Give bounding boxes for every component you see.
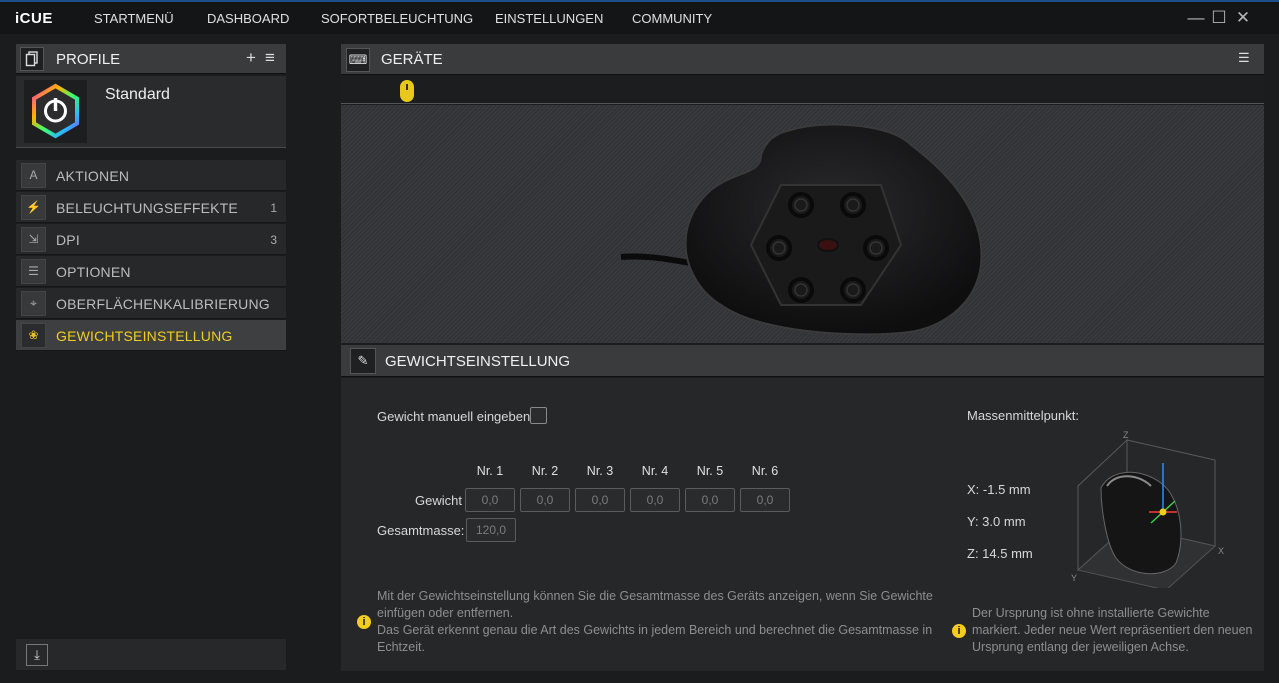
weight-field-2: 0,0 [520, 488, 570, 512]
column-label: Nr. 2 [531, 464, 559, 478]
weight-row-label: Gewicht [415, 493, 462, 508]
profiles-menu-icon[interactable]: ≡ [265, 48, 275, 68]
menu-item-aktionen[interactable]: A AKTIONEN [16, 160, 286, 191]
profile-name: Standard [105, 86, 170, 103]
menu-item-count: 1 [270, 201, 277, 215]
actions-icon: A [21, 163, 46, 188]
axis-x-label: X [1218, 546, 1224, 556]
nav-community[interactable]: COMMUNITY [632, 11, 712, 26]
app-logo: iCUE [15, 10, 53, 27]
edit-icon: ✎ [350, 348, 376, 374]
info-icon: i [952, 624, 966, 638]
menu-item-label: BELEUCHTUNGSEFFEKTE [56, 200, 238, 216]
info-line: einfügen oder entfernen. [377, 606, 514, 620]
close-icon[interactable]: ✕ [1233, 8, 1253, 28]
calibration-icon: ⌖ [21, 291, 46, 316]
bottom-bar: ⤓ [16, 639, 286, 670]
com-info-text: Der Ursprung ist ohne installierte Gewic… [972, 605, 1252, 656]
com-z-value: Z: 14.5 mm [967, 546, 1033, 561]
info-line: markiert. Jeder neue Wert repräsentiert … [972, 623, 1253, 637]
axis-z-label: Z [1123, 430, 1129, 440]
filter-icon[interactable]: ☰ [1238, 50, 1250, 66]
nav-einstellungen[interactable]: EINSTELLUNGEN [495, 11, 603, 26]
total-mass-label: Gesamtmasse: [377, 523, 465, 538]
menu-item-gewichtseinstellung[interactable]: ❀ GEWICHTSEINSTELLUNG [16, 320, 286, 351]
weight-field-5: 0,0 [685, 488, 735, 512]
weight-title: GEWICHTSEINSTELLUNG [385, 353, 571, 370]
com-y-value: Y: 3.0 mm [967, 514, 1026, 529]
mouse-device-icon[interactable] [400, 80, 414, 102]
total-mass-field: 120,0 [466, 518, 516, 542]
info-line: Echtzeit. [377, 640, 425, 654]
device-preview [341, 105, 1264, 343]
menu-item-oberflaechenkalibrierung[interactable]: ⌖ OBERFLÄCHENKALIBRIERUNG [16, 288, 286, 319]
column-label: Nr. 5 [696, 464, 724, 478]
manual-weight-checkbox[interactable] [530, 407, 547, 424]
title-bar: iCUE STARTMENÜ DASHBOARD SOFORTBELEUCHTU… [0, 0, 1279, 34]
left-panel: PROFILE + ≡ Standard A AKTIONEN ⚡ BELEUC… [16, 44, 286, 352]
menu-item-dpi[interactable]: ⇲ DPI 3 [16, 224, 286, 255]
weight-header: ✎ GEWICHTSEINSTELLUNG [341, 345, 1264, 377]
menu-item-beleuchtungseffekte[interactable]: ⚡ BELEUCHTUNGSEFFEKTE 1 [16, 192, 286, 223]
weight-field-4: 0,0 [630, 488, 680, 512]
nav-sofortbeleuchtung[interactable]: SOFORTBELEUCHTUNG [321, 11, 473, 26]
menu-item-label: OPTIONEN [56, 264, 131, 280]
manual-weight-label: Gewicht manuell eingeben [377, 409, 531, 424]
weight-panel: Gewicht manuell eingeben Nr. 1 Nr. 2 Nr.… [341, 378, 1264, 671]
maximize-icon[interactable]: ☐ [1209, 8, 1229, 28]
column-label: Nr. 6 [751, 464, 779, 478]
menu-item-label: AKTIONEN [56, 168, 130, 184]
menu-item-label: GEWICHTSEINSTELLUNG [56, 328, 233, 344]
weight-field-3: 0,0 [575, 488, 625, 512]
nav-startmenu[interactable]: STARTMENÜ [94, 11, 174, 26]
menu-item-optionen[interactable]: ☰ OPTIONEN [16, 256, 286, 287]
center-of-mass-title: Massenmittelpunkt: [967, 408, 1079, 423]
keyboard-icon: ⌨ [346, 48, 370, 72]
weight-field-1: 0,0 [465, 488, 515, 512]
menu-item-label: OBERFLÄCHENKALIBRIERUNG [56, 296, 270, 312]
menu-item-count: 3 [270, 233, 277, 247]
add-profile-icon[interactable]: + [246, 48, 256, 68]
download-icon[interactable]: ⤓ [26, 644, 48, 666]
weight-icon: ❀ [21, 323, 46, 348]
info-line: Das Gerät erkennt genau die Art des Gewi… [377, 623, 933, 637]
info-icon: i [357, 615, 371, 629]
info-line: Mit der Gewichtseinstellung können Sie d… [377, 589, 933, 603]
feature-menu: A AKTIONEN ⚡ BELEUCHTUNGSEFFEKTE 1 ⇲ DPI… [16, 160, 286, 351]
options-icon: ☰ [21, 259, 46, 284]
nav-dashboard[interactable]: DASHBOARD [207, 11, 289, 26]
profiles-title: PROFILE [56, 51, 121, 68]
devices-title: GERÄTE [381, 51, 443, 68]
devices-header: ⌨ GERÄTE ☰ [341, 44, 1264, 75]
icue-logo-icon [32, 83, 79, 139]
device-strip [341, 77, 1264, 104]
mouse-underside-image [620, 123, 983, 336]
dpi-icon: ⇲ [21, 227, 46, 252]
weight-field-6: 0,0 [740, 488, 790, 512]
profile-item[interactable]: Standard [16, 76, 286, 148]
axis-y-label: Y [1071, 573, 1077, 583]
profiles-header: PROFILE + ≡ [16, 44, 286, 74]
minimize-icon[interactable]: — [1186, 8, 1206, 28]
profile-thumbnail [24, 80, 87, 143]
profiles-icon [20, 47, 44, 71]
menu-item-label: DPI [56, 232, 80, 248]
weight-info-text: Mit der Gewichtseinstellung können Sie d… [377, 588, 933, 656]
column-label: Nr. 1 [476, 464, 504, 478]
center-of-mass-diagram: Z X Y [1071, 430, 1224, 588]
lightning-icon: ⚡ [21, 195, 46, 220]
com-x-value: X: -1.5 mm [967, 482, 1031, 497]
column-label: Nr. 4 [641, 464, 669, 478]
info-line: Der Ursprung ist ohne installierte Gewic… [972, 606, 1210, 620]
column-label: Nr. 3 [586, 464, 614, 478]
info-line: Ursprung entlang der jeweiligen Achse. [972, 640, 1189, 654]
